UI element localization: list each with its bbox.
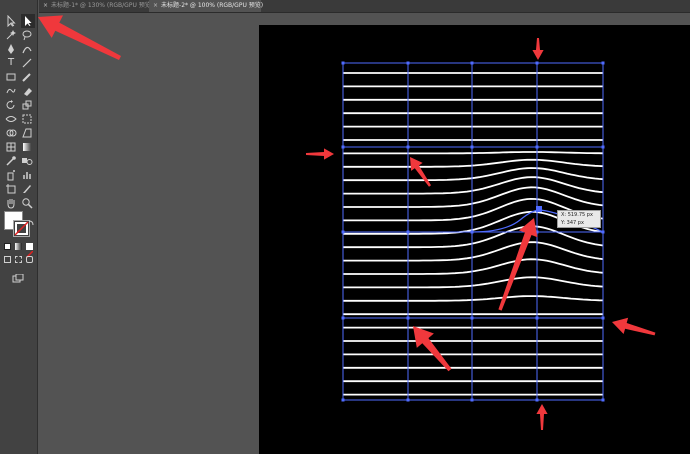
stripe-line[interactable] (343, 276, 604, 289)
mesh-anchor-point[interactable] (341, 145, 345, 149)
stripe-line[interactable] (343, 295, 604, 302)
readout-x: X: 519.75 px (561, 212, 593, 218)
mesh-anchor-point[interactable] (601, 61, 605, 65)
mesh-anchor-point[interactable] (406, 145, 410, 149)
mesh-anchor-point[interactable] (341, 61, 345, 65)
mesh-anchor-point[interactable] (406, 316, 410, 320)
mesh-anchor-point[interactable] (470, 316, 474, 320)
stripe-line[interactable] (343, 241, 604, 262)
coordinate-readout: X: 519.75 px Y: 347 px (557, 210, 601, 228)
stripe-line[interactable] (343, 158, 604, 168)
mesh-anchor-point[interactable] (535, 230, 539, 234)
mesh-anchor-point[interactable] (601, 316, 605, 320)
mesh-anchor-point[interactable] (601, 145, 605, 149)
mesh-anchor-point[interactable] (341, 398, 345, 402)
mesh-anchor-point[interactable] (406, 398, 410, 402)
horizontal-stripes[interactable] (343, 72, 604, 396)
mesh-anchor-point[interactable] (470, 230, 474, 234)
mesh-anchor-point[interactable] (341, 230, 345, 234)
mesh-anchor-point[interactable] (341, 316, 345, 320)
mesh-anchor-point[interactable] (535, 61, 539, 65)
selected-anchor-point[interactable] (536, 206, 542, 212)
mesh-anchor-point[interactable] (406, 230, 410, 234)
mesh-anchor-point[interactable] (535, 398, 539, 402)
stripe-line[interactable] (343, 167, 604, 182)
mesh-anchor-point[interactable] (535, 316, 539, 320)
mesh-anchor-point[interactable] (470, 61, 474, 65)
mesh-anchor-point[interactable] (470, 145, 474, 149)
mesh-anchor-point[interactable] (601, 398, 605, 402)
mesh-anchor-point[interactable] (535, 145, 539, 149)
mesh-anchor-point[interactable] (601, 230, 605, 234)
readout-y: Y: 347 px (561, 220, 584, 226)
stripe-line[interactable] (343, 151, 604, 155)
mesh-anchor-point[interactable] (406, 61, 410, 65)
mesh-anchor-point[interactable] (470, 398, 474, 402)
